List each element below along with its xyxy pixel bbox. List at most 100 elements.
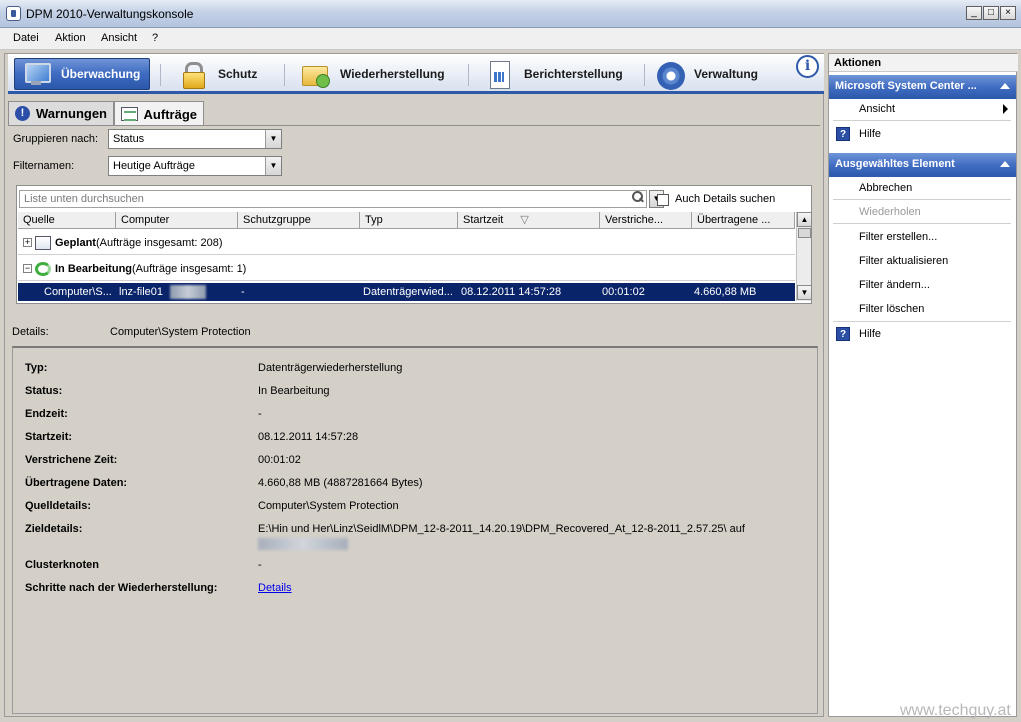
detail-value-uebertragene-daten: 4.660,88 MB (4887281664 Bytes): [258, 477, 423, 489]
col-verstrichene[interactable]: Verstriche...: [600, 212, 692, 229]
details-title: Computer\System Protection: [110, 326, 251, 338]
menu-help[interactable]: ?: [148, 31, 162, 45]
col-uebertragene[interactable]: Übertragene ...: [692, 212, 795, 229]
group-row-in-bearbeitung[interactable]: − In Bearbeitung (Aufträge insgesamt: 1): [18, 257, 795, 281]
detail-label-typ: Typ:: [25, 362, 48, 374]
tab-schutz[interactable]: Schutz: [172, 58, 282, 90]
divider: [833, 199, 1011, 200]
action-filter-aktualisieren[interactable]: Filter aktualisieren: [859, 255, 948, 267]
scroll-thumb[interactable]: [798, 228, 811, 238]
col-typ[interactable]: Typ: [360, 212, 458, 229]
tab-label: Aufträge: [143, 106, 197, 122]
cell-protection-group: -: [241, 286, 245, 298]
minimize-button[interactable]: _: [966, 6, 982, 20]
detail-value-typ: Datenträgerwiederherstellung: [258, 362, 403, 374]
details-link[interactable]: Details: [258, 582, 292, 594]
group-by-label: Gruppieren nach:: [13, 133, 98, 145]
action-hilfe[interactable]: Hilfe: [859, 128, 881, 140]
group-count: (Aufträge insgesamt: 208): [95, 236, 223, 249]
maximize-button[interactable]: □: [983, 6, 999, 20]
ribbon-divider: [160, 64, 161, 86]
detail-label-schritte: Schritte nach der Wiederherstellung:: [25, 582, 218, 594]
scroll-down-icon[interactable]: ▼: [797, 285, 812, 300]
search-icon[interactable]: [631, 191, 643, 203]
redacted-region: [170, 285, 206, 299]
cell-elapsed: 00:01:02: [602, 286, 645, 298]
cell-source: Computer\S...: [44, 286, 112, 298]
chevron-down-icon[interactable]: ▼: [265, 157, 281, 175]
tab-ueberwachung[interactable]: Überwachung: [14, 58, 150, 90]
detail-label-quelldetails: Quelldetails:: [25, 500, 92, 512]
col-quelle[interactable]: Quelle: [18, 212, 116, 229]
tab-auftraege[interactable]: Aufträge: [114, 101, 204, 126]
col-label: Startzeit: [463, 214, 504, 226]
navigation-ribbon: Überwachung Schutz Wiederherstellung Ber…: [8, 54, 824, 94]
search-input[interactable]: Liste unten durchsuchen: [19, 190, 647, 208]
menu-ansicht[interactable]: Ansicht: [97, 31, 141, 45]
folder-recover-icon: [300, 60, 330, 88]
filter-select[interactable]: Heutige Aufträge ▼: [108, 156, 282, 176]
detail-label-endzeit: Endzeit:: [25, 408, 68, 420]
chevron-right-icon: [1003, 104, 1008, 114]
detail-value-clusterknoten: -: [258, 559, 262, 571]
section-title: Ausgewähltes Element: [835, 158, 955, 170]
detail-value-status: In Bearbeitung: [258, 385, 330, 397]
warning-icon: !: [15, 106, 30, 121]
info-icon[interactable]: i: [796, 55, 819, 78]
action-filter-erstellen[interactable]: Filter erstellen...: [859, 231, 937, 243]
title-bar: DPM 2010-Verwaltungskonsole _ □ ×: [0, 0, 1021, 28]
ribbon-divider: [644, 64, 645, 86]
tab-verwaltung[interactable]: Verwaltung: [648, 58, 788, 90]
filter-value: Heutige Aufträge: [113, 160, 195, 172]
details-search-checkbox[interactable]: [657, 194, 669, 206]
detail-value-startzeit: 08.12.2011 14:57:28: [258, 431, 359, 443]
collapse-icon[interactable]: [1000, 83, 1010, 89]
help-icon: ?: [836, 127, 850, 141]
section-header-selected-item[interactable]: Ausgewähltes Element: [829, 153, 1016, 177]
watermark-text: www.techguy.at: [900, 702, 1011, 719]
menu-datei[interactable]: Datei: [9, 31, 43, 45]
grid-scrollbar[interactable]: ▲ ▼: [796, 212, 812, 301]
table-row[interactable]: Computer\S... lnz-file01 - Datenträgerwi…: [18, 283, 795, 301]
chevron-down-icon[interactable]: ▼: [265, 130, 281, 148]
col-computer[interactable]: Computer: [116, 212, 238, 229]
cell-start: 08.12.2011 14:57:28: [461, 286, 562, 298]
scroll-up-icon[interactable]: ▲: [797, 212, 812, 227]
collapse-icon[interactable]: [1000, 161, 1010, 167]
filter-name-label: Filternamen:: [13, 160, 75, 172]
detail-label-uebertragene-daten: Übertragene Daten:: [25, 477, 128, 489]
window-title: DPM 2010-Verwaltungskonsole: [26, 7, 194, 21]
divider: [833, 223, 1011, 224]
col-schutzgruppe[interactable]: Schutzgruppe: [238, 212, 360, 229]
section-header-system-center[interactable]: Microsoft System Center ...: [829, 75, 1016, 99]
close-button[interactable]: ×: [1000, 6, 1016, 20]
app-shield-icon: [6, 6, 21, 21]
details-panel: Typ: Datenträgerwiederherstellung Status…: [12, 346, 818, 714]
action-wiederholen[interactable]: Wiederholen: [859, 206, 921, 218]
tab-berichterstellung[interactable]: Berichterstellung: [478, 58, 646, 90]
group-by-select[interactable]: Status ▼: [108, 129, 282, 149]
details-search-label: Auch Details suchen: [675, 193, 776, 205]
sort-indicator-icon: ▽: [520, 214, 529, 226]
detail-value-quelldetails: Computer\System Protection: [258, 500, 399, 512]
group-by-value: Status: [113, 133, 145, 145]
action-hilfe-2[interactable]: Hilfe: [859, 328, 881, 340]
group-name: In Bearbeitung: [55, 262, 133, 275]
action-filter-aendern[interactable]: Filter ändern...: [859, 279, 930, 291]
action-ansicht[interactable]: Ansicht: [859, 103, 895, 115]
action-abbrechen[interactable]: Abbrechen: [859, 182, 912, 194]
tab-warnungen[interactable]: ! Warnungen: [8, 101, 114, 125]
group-row-geplant[interactable]: + Geplant (Aufträge insgesamt: 208): [18, 231, 795, 255]
ribbon-divider: [284, 64, 285, 86]
action-filter-loeschen[interactable]: Filter löschen: [859, 303, 924, 315]
redacted-region: [258, 538, 348, 553]
monitor-icon: [21, 60, 51, 88]
cell-transferred: 4.660,88 MB: [694, 286, 757, 298]
tab-wiederherstellung[interactable]: Wiederherstellung: [294, 58, 466, 90]
expand-icon[interactable]: +: [23, 238, 32, 247]
collapse-icon[interactable]: −: [23, 264, 32, 273]
actions-pane: Aktionen Microsoft System Center ... Ans…: [828, 53, 1018, 717]
menu-aktion[interactable]: Aktion: [51, 31, 90, 45]
jobs-grid-panel: Liste unten durchsuchen ▼ Auch Details s…: [16, 185, 812, 304]
col-startzeit[interactable]: Startzeit ▽: [458, 212, 600, 229]
